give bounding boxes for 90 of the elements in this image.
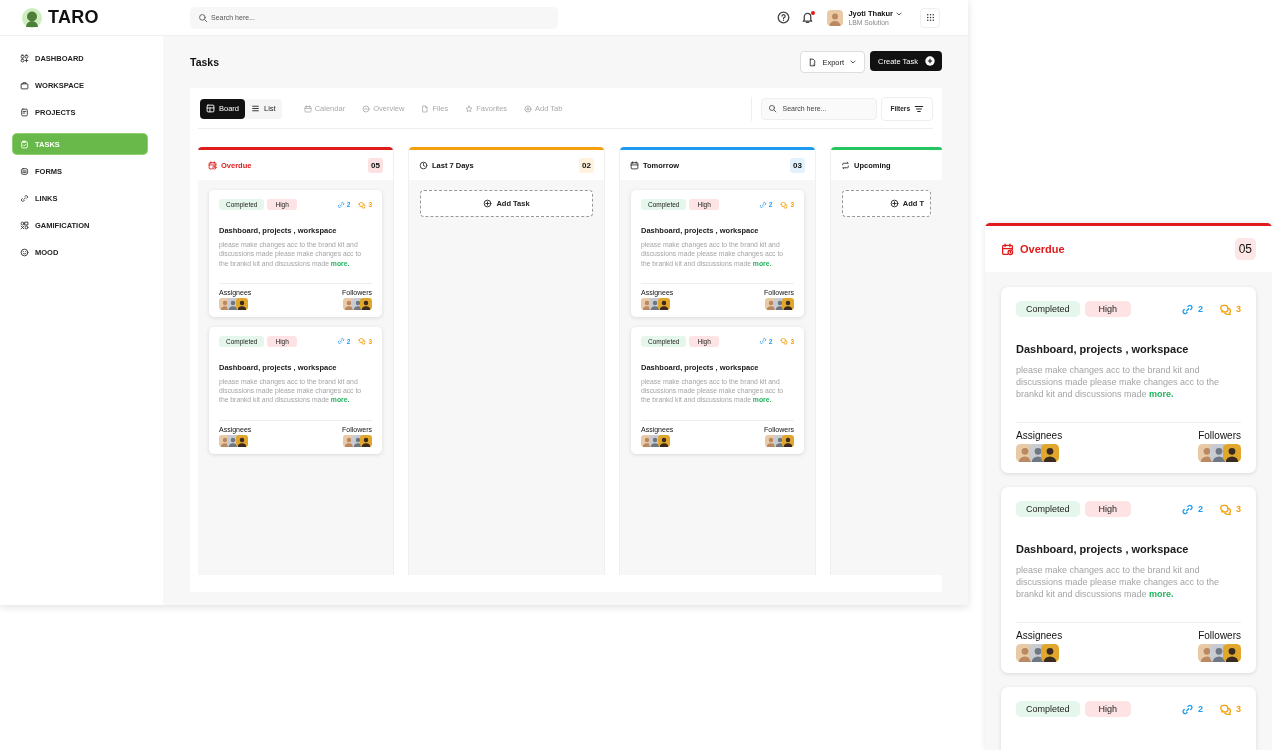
chat-icon <box>1219 702 1232 716</box>
calendar-clock-icon <box>1001 242 1014 256</box>
link-icon <box>336 337 345 346</box>
assignees-label: Assignees <box>1016 430 1063 441</box>
task-card[interactable] <box>631 326 804 454</box>
column-title: Overdue <box>1020 243 1065 255</box>
help-icon <box>777 11 791 24</box>
priority-tag: High <box>1084 301 1132 317</box>
link-count: 2 <box>1197 504 1203 514</box>
comment-count: 3 <box>1236 504 1241 514</box>
clock-icon <box>419 160 428 170</box>
task-title: Dashboard, projects , workspace <box>1016 343 1190 355</box>
chat-icon <box>780 200 789 209</box>
bell-icon <box>801 11 815 24</box>
status-tag: Completed <box>1016 301 1080 317</box>
priority-tag: High <box>1084 701 1132 717</box>
priority-tag: High <box>1084 501 1132 517</box>
avatar-icon <box>827 9 844 26</box>
logo-text: TARO <box>48 7 99 28</box>
filter-icon <box>914 103 924 114</box>
column-count: 03 <box>790 157 805 173</box>
avatar-icon <box>1223 444 1241 462</box>
calendar-icon <box>303 104 312 113</box>
status-tag: Completed <box>1016 701 1080 717</box>
minus-circle-icon <box>362 104 371 113</box>
chat-icon <box>358 337 367 346</box>
repeat-icon <box>841 160 850 170</box>
comment-count: 3 <box>1236 704 1241 714</box>
plus-circle-icon <box>483 199 493 208</box>
logo-icon <box>22 7 42 28</box>
avatar-icon <box>1223 644 1241 662</box>
search-icon <box>198 12 208 23</box>
comment-count: 3 <box>1236 304 1241 314</box>
link-icon <box>1180 502 1194 516</box>
chevron-down-icon <box>849 58 858 66</box>
avatar-icon <box>1041 444 1060 462</box>
search-icon <box>768 104 778 113</box>
chat-icon <box>358 200 367 209</box>
calendar-clock-icon <box>208 160 217 170</box>
chat-icon <box>1219 302 1232 316</box>
avatar-icon <box>782 297 794 310</box>
link-icon <box>20 193 29 203</box>
status-tag: Completed <box>1016 501 1080 517</box>
task-card[interactable] <box>1001 487 1256 673</box>
task-card[interactable] <box>1001 287 1256 473</box>
followers-label: Followers <box>1198 430 1241 441</box>
task-card[interactable] <box>631 190 804 317</box>
column-count: 05 <box>368 157 383 173</box>
smiley-icon <box>20 247 29 257</box>
followers-label: Followers <box>1198 630 1241 641</box>
link-count: 2 <box>1197 304 1203 314</box>
briefcase-icon <box>20 80 29 90</box>
task-title: Dashboard, projects , workspace <box>1016 543 1190 555</box>
app-grid-icon <box>924 12 936 23</box>
link-icon <box>758 337 767 346</box>
avatar-icon <box>360 297 372 310</box>
apps-menu-button[interactable] <box>920 7 940 28</box>
file-icon <box>421 104 430 113</box>
plus-circle-icon <box>889 199 899 208</box>
link-icon <box>1180 302 1194 316</box>
link-icon <box>758 200 767 209</box>
avatar-icon <box>782 434 794 447</box>
task-description: please make changes acc to the brand kit and discussions made please make changes acc to the brankd kit and discussions made more. <box>1016 564 1221 600</box>
export-file-icon <box>808 57 818 67</box>
plus-circle-icon <box>925 56 935 66</box>
avatar-icon <box>360 434 372 447</box>
document-icon <box>20 107 29 117</box>
star-icon <box>465 104 474 113</box>
shapes-icon <box>20 220 29 230</box>
link-count: 2 <box>1197 704 1203 714</box>
task-description: please make changes acc to the brand kit and discussions made please make changes acc to the brankd kit and discussions made more. <box>1016 364 1221 400</box>
task-card[interactable] <box>209 326 382 454</box>
task-card[interactable]: Completed High 2 3 <box>1001 687 1256 750</box>
column-count: 02 <box>579 157 594 173</box>
assignees-label: Assignees <box>1016 630 1063 641</box>
form-icon <box>20 166 29 176</box>
avatar-icon <box>1041 644 1060 662</box>
chat-icon <box>1219 502 1232 516</box>
list-icon <box>251 104 260 113</box>
link-icon <box>336 200 345 209</box>
chat-icon <box>780 337 789 346</box>
dashboard-icon <box>20 53 29 63</box>
page-title: Tasks <box>190 56 219 68</box>
column-count: 05 <box>1234 238 1256 260</box>
task-card[interactable] <box>209 190 382 317</box>
calendar-icon <box>630 160 639 170</box>
board-icon <box>206 104 215 113</box>
clipboard-icon <box>20 139 29 149</box>
link-icon <box>1180 702 1194 716</box>
plus-circle-icon <box>524 104 533 113</box>
